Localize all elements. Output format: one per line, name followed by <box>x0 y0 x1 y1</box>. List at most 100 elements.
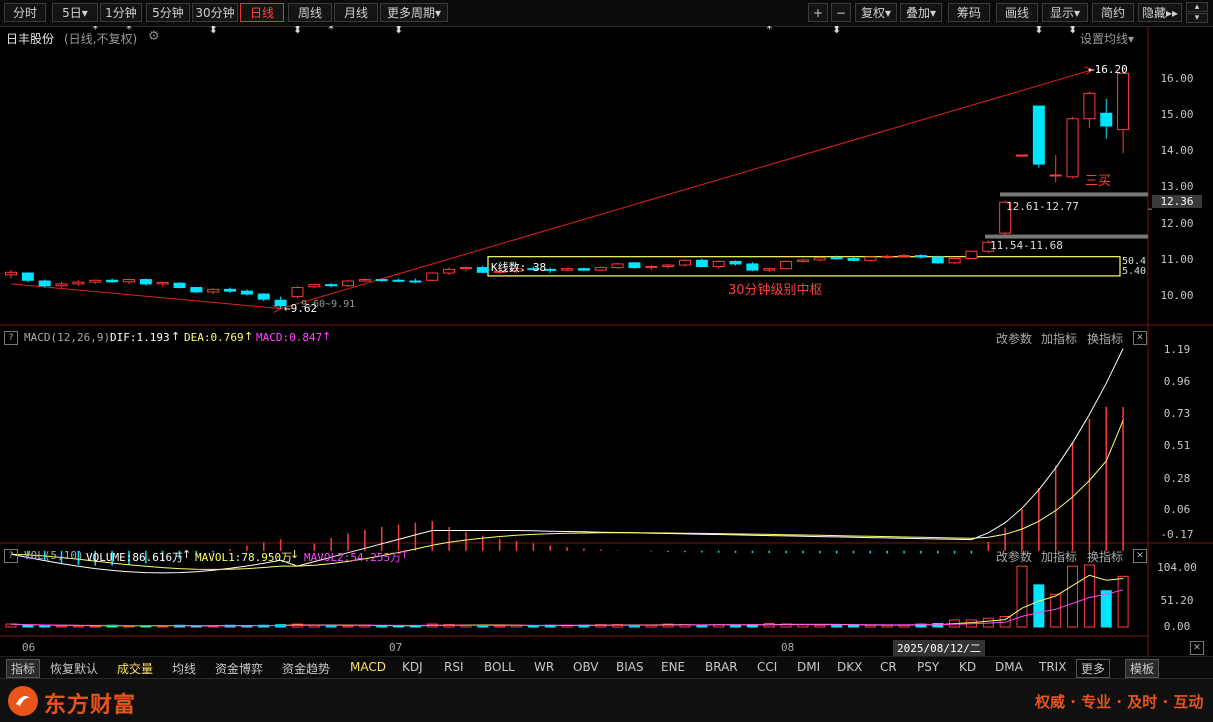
period-toolbar: 分时 5日▾ 1分钟 5分钟 30分钟 日线 周线 月线 更多周期▾ + − 复… <box>0 0 1213 27</box>
tab-cci[interactable]: CCI <box>757 660 777 674</box>
candle-body <box>426 272 439 281</box>
vol-swap-indicator-button[interactable]: 换指标 <box>1087 548 1123 565</box>
scroll-up-icon[interactable]: ▴ <box>1186 2 1208 12</box>
tab-dkx[interactable]: DKX <box>837 660 862 674</box>
macd-edit-params-button[interactable]: 改参数 <box>996 330 1032 347</box>
reset-view-icon[interactable]: ✕ <box>1190 641 1204 655</box>
simple-mode-button[interactable]: 简约 <box>1092 3 1134 22</box>
candle-body <box>38 280 51 287</box>
tab-boll[interactable]: BOLL <box>484 660 515 674</box>
volume-bar <box>730 624 742 628</box>
price-axis-label: 12.00 <box>1160 217 1194 230</box>
month-label-08: 08 <box>781 641 795 654</box>
event-marker-icon: ⬍ <box>293 26 302 36</box>
high-price-label: ←16.20 <box>1088 63 1128 76</box>
lower-zone-bar <box>985 234 1148 239</box>
macd-swap-indicator-button[interactable]: 换指标 <box>1087 330 1123 347</box>
volume-bar <box>763 622 775 628</box>
vol-edit-params-button[interactable]: 改参数 <box>996 548 1032 565</box>
tab-macd[interactable]: MACD <box>350 660 386 674</box>
tab-dma[interactable]: DMA <box>995 660 1023 674</box>
indicator-tab-bar: 指标 恢复默认 成交量 均线 资金博弈 资金趋势 MACD KDJ RSI BO… <box>0 656 1213 679</box>
tab-bias[interactable]: BIAS <box>616 660 644 674</box>
period-button-weekly[interactable]: 周线 <box>288 3 332 22</box>
current-price-tag: 12.36 <box>1152 195 1202 208</box>
candle-body <box>796 259 809 262</box>
tab-obv[interactable]: OBV <box>573 660 599 674</box>
fuquan-dropdown[interactable]: 复权▾ <box>855 3 897 22</box>
hub-right-bottom-label: 5.40 <box>1122 266 1147 277</box>
macd-value: MACD:0.847 <box>256 331 323 344</box>
brand-name: 东方财富 <box>44 693 137 718</box>
candle-body <box>240 290 253 295</box>
tab-psy[interactable]: PSY <box>917 660 939 674</box>
tab-cr[interactable]: CR <box>880 660 897 674</box>
tab-ma[interactable]: 均线 <box>172 660 196 677</box>
candle-body <box>1049 174 1062 177</box>
event-marker-icon: ⬍ <box>394 26 403 36</box>
macd-dif-value: DIF:1.193 <box>110 331 170 344</box>
candle-body <box>409 280 422 283</box>
macd-close-icon[interactable]: ✕ <box>1133 331 1147 345</box>
vol-close-icon[interactable]: ✕ <box>1133 549 1147 563</box>
tab-volume[interactable]: 成交量 <box>117 660 153 677</box>
candle-body <box>746 263 759 271</box>
volume-bar <box>527 625 539 628</box>
volume-bar <box>999 615 1011 628</box>
overlay-dropdown[interactable]: 叠加▾ <box>900 3 942 22</box>
vol-axis-label: 0.00 <box>1163 620 1191 633</box>
period-button-fenshi[interactable]: 分时 <box>4 3 46 22</box>
tab-restore-default[interactable]: 恢复默认 <box>50 660 98 677</box>
more-periods-dropdown[interactable]: 更多周期▾ <box>380 3 448 22</box>
vol-help-icon[interactable]: ? <box>4 549 18 563</box>
period-button-1min[interactable]: 1分钟 <box>100 3 142 22</box>
vol-add-indicator-button[interactable]: 加指标 <box>1041 548 1077 565</box>
macd-help-icon[interactable]: ? <box>4 331 18 345</box>
event-marker-icon: ⬍ <box>1068 26 1077 36</box>
tab-ene[interactable]: ENE <box>661 660 685 674</box>
candle-body <box>864 256 877 261</box>
period-button-5day[interactable]: 5日▾ <box>52 3 98 22</box>
tab-rsi[interactable]: RSI <box>444 660 464 674</box>
macd-axis-label: 0.28 <box>1163 472 1191 485</box>
period-button-monthly[interactable]: 月线 <box>334 3 378 22</box>
scroll-down-icon[interactable]: ▾ <box>1186 13 1208 23</box>
candle-body <box>1117 72 1130 131</box>
mavol1-down-arrow-icon: ↓ <box>290 548 300 561</box>
mavol1-value: MAVOL1:78.950万 <box>195 551 293 564</box>
zoom-out-button[interactable]: − <box>831 3 851 22</box>
candle-body <box>645 265 658 269</box>
period-button-30min[interactable]: 30分钟 <box>192 3 238 22</box>
volume-bar <box>1117 575 1129 628</box>
event-star-icon: * <box>328 26 334 36</box>
chip-button[interactable]: 筹码 <box>948 3 990 22</box>
tab-brar[interactable]: BRAR <box>705 660 738 674</box>
period-button-daily[interactable]: 日线 <box>240 3 284 22</box>
volume-bar <box>696 624 708 628</box>
tab-fund-game[interactable]: 资金博弈 <box>215 660 263 677</box>
volume-bar <box>72 625 84 628</box>
tab-wr[interactable]: WR <box>534 660 554 674</box>
price-axis-label: 16.00 <box>1160 72 1194 85</box>
volume-bar <box>898 624 910 628</box>
tab-template[interactable]: 模板 <box>1125 659 1160 678</box>
candle-body <box>392 279 405 282</box>
volume-bar <box>1050 593 1062 628</box>
tab-indicators[interactable]: 指标 <box>6 659 41 678</box>
tab-more[interactable]: 更多 <box>1076 659 1111 678</box>
tab-kdj[interactable]: KDJ <box>402 660 423 674</box>
macd-add-indicator-button[interactable]: 加指标 <box>1041 330 1077 347</box>
tab-trix[interactable]: TRIX <box>1039 660 1066 674</box>
tab-dmi[interactable]: DMI <box>797 660 820 674</box>
trend-arrow-icon <box>272 305 282 314</box>
period-button-5min[interactable]: 5分钟 <box>146 3 190 22</box>
tab-kd[interactable]: KD <box>959 660 976 674</box>
zoom-in-button[interactable]: + <box>808 3 828 22</box>
month-label-07: 07 <box>389 641 403 654</box>
candle-body <box>139 279 152 285</box>
draw-line-button[interactable]: 画线 <box>996 3 1038 22</box>
display-dropdown[interactable]: 显示▾ <box>1042 3 1088 22</box>
tab-fund-trend[interactable]: 资金趋势 <box>282 660 330 677</box>
hide-button[interactable]: 隐藏▸▸ <box>1138 3 1182 22</box>
candle-body <box>1016 154 1028 157</box>
